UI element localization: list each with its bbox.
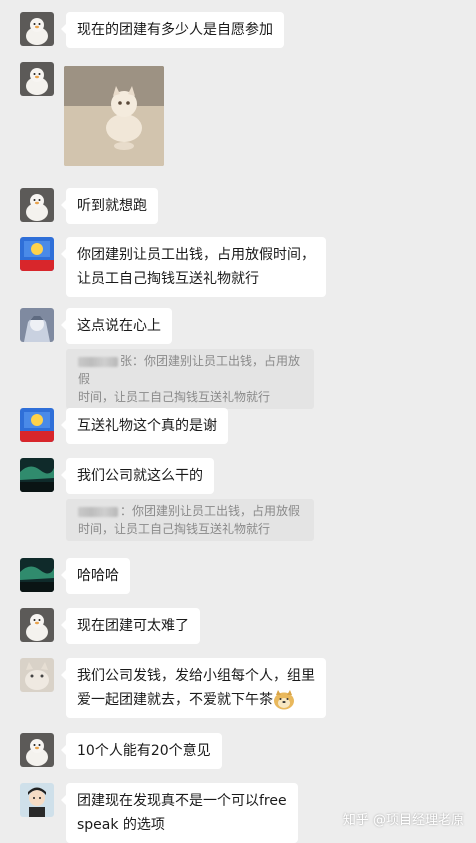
message-bubble[interactable]: 团建现在发现真不是一个可以free speak 的选项 (61, 783, 298, 843)
message-bubble[interactable]: 这点说在心上 (61, 308, 172, 344)
blurred-name (78, 506, 118, 517)
message-text-line: speak 的选项 (77, 817, 165, 833)
quote-text: 时间，让员工自己掏钱互送礼物就行 (78, 522, 271, 536)
message-text: 10个人能有20个意见 (77, 743, 211, 759)
message-bubble[interactable]: 我们公司发钱，发给小组每个人，组里 爱一起团建就去，不爱就下午茶 (61, 658, 326, 718)
white-duck-avatar[interactable] (20, 12, 54, 46)
message-bubble[interactable]: 听到就想跑 (61, 188, 158, 224)
message-bubble[interactable]: 你团建别让员工出钱，占用放假时间， 让员工自己掏钱互送礼物就行 (61, 237, 326, 297)
message-text-line: 让员工自己掏钱互送礼物就行 (77, 271, 259, 287)
cartoon-person-avatar[interactable] (20, 783, 54, 817)
message-text-line: 你团建别让员工出钱，占用放假时间， (77, 247, 315, 263)
message-bubble[interactable]: 我们公司就这么干的 (61, 458, 214, 494)
guangzhou-badge-avatar[interactable] (20, 408, 54, 442)
message-bubble[interactable]: 现在团建可太难了 (61, 608, 200, 644)
message-bubble[interactable]: 10个人能有20个意见 (61, 733, 222, 769)
doge-emoji-icon (273, 690, 295, 710)
white-duck-avatar[interactable] (20, 733, 54, 767)
quote-text: 时间，让员工自己掏钱互送礼物就行 (78, 390, 271, 404)
message-bubble[interactable]: 哈哈哈 (61, 558, 130, 594)
aurora-landscape-avatar[interactable] (20, 458, 54, 492)
quote-text: ：你团建别让员工出钱，占用放假 (120, 504, 301, 518)
message-text: 现在的团建有多少人是自愿参加 (77, 22, 273, 38)
message-text: 这点说在心上 (77, 318, 161, 334)
white-duck-avatar[interactable] (20, 608, 54, 642)
message-text-line: 团建现在发现真不是一个可以free (77, 793, 287, 809)
running-kitten-photo[interactable] (64, 66, 164, 166)
cat-avatar[interactable] (20, 658, 54, 692)
message-text: 互送礼物这个真的是谢 (77, 418, 217, 434)
message-text: 哈哈哈 (77, 568, 119, 584)
message-text-line: 爱一起团建就去，不爱就下午茶 (77, 692, 273, 708)
message-text: 听到就想跑 (77, 198, 147, 214)
quoted-message[interactable]: 张：你团建别让员工出钱，占用放假 时间，让员工自己掏钱互送礼物就行 (66, 349, 314, 409)
white-duck-avatar[interactable] (20, 188, 54, 222)
guangzhou-badge-avatar[interactable] (20, 237, 54, 271)
message-bubble[interactable]: 现在的团建有多少人是自愿参加 (61, 12, 284, 48)
anime-character-avatar[interactable] (20, 308, 54, 342)
white-duck-avatar[interactable] (20, 62, 54, 96)
quoted-message[interactable]: ：你团建别让员工出钱，占用放假 时间，让员工自己掏钱互送礼物就行 (66, 499, 314, 541)
message-text: 现在团建可太难了 (77, 618, 189, 634)
blurred-name (78, 356, 118, 367)
aurora-landscape-avatar[interactable] (20, 558, 54, 592)
message-bubble[interactable]: 互送礼物这个真的是谢 (61, 408, 228, 444)
zhihu-watermark: 知乎 @项目经理老原 (342, 813, 464, 828)
message-text-line: 我们公司发钱，发给小组每个人，组里 (77, 668, 315, 684)
message-text: 我们公司就这么干的 (77, 468, 203, 484)
